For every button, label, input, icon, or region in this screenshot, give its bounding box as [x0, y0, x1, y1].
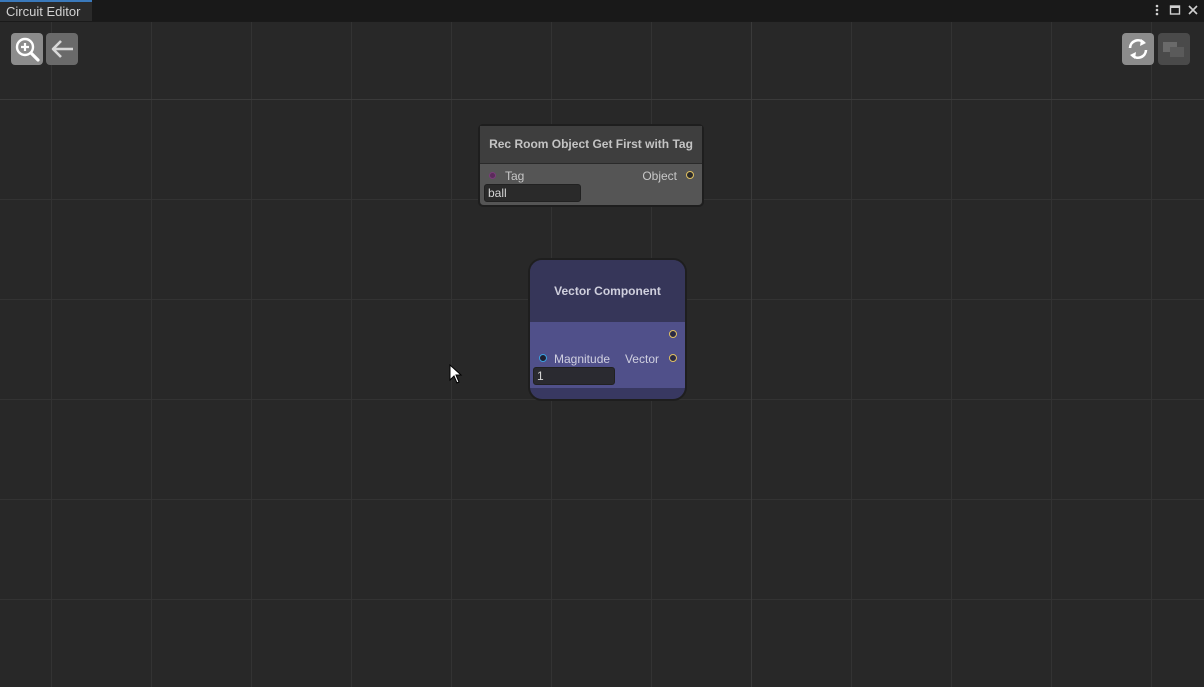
node-body: Tag Object ball	[480, 164, 702, 205]
tag-input-port[interactable]	[489, 172, 496, 179]
window-tabbar: Circuit Editor	[0, 0, 1204, 22]
magnitude-input-field[interactable]: 1	[533, 367, 615, 385]
toggle-view-icon	[1163, 42, 1184, 57]
refresh-button[interactable]	[1122, 33, 1154, 65]
more-icon[interactable]	[1150, 3, 1164, 17]
magnitude-input-port[interactable]	[539, 354, 547, 362]
window-controls	[1150, 2, 1200, 18]
toggle-view-button[interactable]	[1158, 33, 1190, 65]
zoom-button[interactable]	[11, 33, 43, 65]
mouse-cursor-icon	[449, 363, 463, 389]
vector-output-port[interactable]	[669, 354, 677, 362]
node-title: Rec Room Object Get First with Tag	[480, 126, 702, 164]
maximize-icon[interactable]	[1168, 3, 1182, 17]
vector-port-label: Vector	[624, 352, 659, 366]
zoom-in-icon	[15, 37, 40, 62]
close-icon[interactable]	[1186, 3, 1200, 17]
refresh-icon	[1128, 39, 1148, 59]
back-arrow-icon	[51, 40, 73, 58]
exec-output-port[interactable]	[669, 330, 677, 338]
tab-circuit-editor[interactable]: Circuit Editor	[0, 0, 92, 21]
node-vector-component[interactable]: Vector Component Magnitude Vector 1	[528, 258, 687, 401]
magnitude-port-label: Magnitude	[554, 352, 611, 366]
node-rec-room-object-get-first-with-tag[interactable]: Rec Room Object Get First with Tag Tag O…	[478, 124, 704, 207]
grid-major-line-vertical	[751, 22, 752, 687]
object-port-label: Object	[642, 169, 677, 183]
tag-input-field[interactable]: ball	[484, 184, 581, 202]
back-button[interactable]	[46, 33, 78, 65]
node-title: Vector Component	[530, 260, 685, 322]
object-output-port[interactable]	[686, 171, 694, 179]
node-body: Magnitude Vector 1	[530, 322, 685, 388]
grid-major-line-horizontal	[0, 99, 1204, 100]
tag-port-label: Tag	[505, 169, 525, 183]
